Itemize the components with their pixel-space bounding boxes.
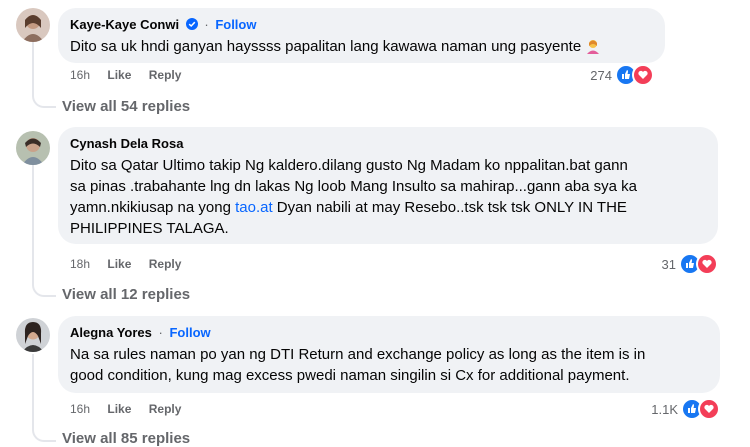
like-button[interactable]: Like bbox=[107, 402, 131, 416]
comment-text-line: Na sa rules naman po yan ng DTI Return a… bbox=[70, 346, 646, 363]
comment-text-line: good condition, kung mag excess pwedi na… bbox=[70, 367, 630, 384]
comment-author[interactable]: Alegna Yores bbox=[70, 325, 152, 340]
avatar[interactable] bbox=[16, 318, 50, 352]
avatar[interactable] bbox=[16, 131, 50, 165]
comment-actions: 18h Like Reply bbox=[70, 257, 195, 271]
reply-button[interactable]: Reply bbox=[149, 68, 182, 82]
love-reaction-icon bbox=[632, 64, 654, 86]
reply-button[interactable]: Reply bbox=[149, 257, 182, 271]
comment-time[interactable]: 16h bbox=[70, 402, 90, 416]
comment-time[interactable]: 16h bbox=[70, 68, 90, 82]
follow-button[interactable]: Follow bbox=[215, 17, 256, 32]
view-replies-link[interactable]: View all 85 replies bbox=[62, 430, 190, 447]
comment-bubble: Alegna Yores · Follow Na sa rules naman … bbox=[58, 316, 720, 393]
thread-connector bbox=[32, 165, 56, 297]
reaction-count: 31 bbox=[661, 256, 676, 272]
view-replies-link[interactable]: View all 12 replies bbox=[62, 286, 190, 303]
like-button[interactable]: Like bbox=[107, 68, 131, 82]
reaction-count: 1.1K bbox=[651, 401, 678, 417]
comment-text-line: sa pinas .trabahante lng dn lakas Ng loo… bbox=[70, 178, 638, 195]
comment-author[interactable]: Cynash Dela Rosa bbox=[70, 136, 183, 151]
thread-connector bbox=[32, 354, 56, 442]
comment-text-line: Dito sa Qatar Ultimo takip Ng kaldero.di… bbox=[70, 157, 628, 174]
comment-text: Dito sa uk hndi ganyan hayssss papalitan… bbox=[70, 36, 653, 57]
comment-actions: 16h Like Reply bbox=[70, 402, 195, 416]
comment-actions: 16h Like Reply bbox=[70, 68, 195, 82]
reaction-count: 274 bbox=[590, 67, 612, 83]
woman-shrugging-emoji-icon bbox=[587, 40, 600, 54]
love-reaction-icon bbox=[696, 253, 718, 275]
comment-text-line: PHILIPPINES TALAGA. bbox=[70, 220, 229, 237]
comment-text-segment: Dyan nabili at may Resebo..tsk tsk tsk O… bbox=[272, 199, 627, 216]
reaction-summary[interactable]: 274 bbox=[590, 64, 654, 86]
comment-author[interactable]: Kaye-Kaye Conwi bbox=[70, 17, 179, 32]
thread-connector bbox=[32, 42, 56, 108]
comment-text-segment: yamn.nkikiusap na yong bbox=[70, 199, 236, 216]
comment-text-line: yamn.nkikiusap na yong tao.at Dyan nabil… bbox=[70, 197, 706, 218]
hashtag-link[interactable]: tao.at bbox=[235, 199, 273, 216]
reply-button[interactable]: Reply bbox=[149, 402, 182, 416]
comment-text: Dito sa Qatar Ultimo takip Ng kaldero.di… bbox=[70, 155, 706, 239]
comment-text-body: Dito sa uk hndi ganyan hayssss papalitan… bbox=[70, 38, 582, 55]
separator-dot: · bbox=[158, 325, 163, 340]
follow-button[interactable]: Follow bbox=[169, 325, 210, 340]
comment-text: Na sa rules naman po yan ng DTI Return a… bbox=[70, 344, 708, 386]
separator-dot: · bbox=[204, 17, 209, 32]
comment-bubble: Kaye-Kaye Conwi · Follow Dito sa uk hndi… bbox=[58, 8, 665, 63]
comment-time[interactable]: 18h bbox=[70, 257, 90, 271]
love-reaction-icon bbox=[698, 398, 720, 420]
view-replies-link[interactable]: View all 54 replies bbox=[62, 98, 190, 115]
reaction-summary[interactable]: 1.1K bbox=[651, 398, 720, 420]
avatar[interactable] bbox=[16, 8, 50, 42]
like-button[interactable]: Like bbox=[107, 257, 131, 271]
verified-badge-icon bbox=[185, 18, 198, 30]
comment-bubble: Cynash Dela Rosa Dito sa Qatar Ultimo ta… bbox=[58, 127, 718, 244]
reaction-summary[interactable]: 31 bbox=[662, 253, 718, 275]
